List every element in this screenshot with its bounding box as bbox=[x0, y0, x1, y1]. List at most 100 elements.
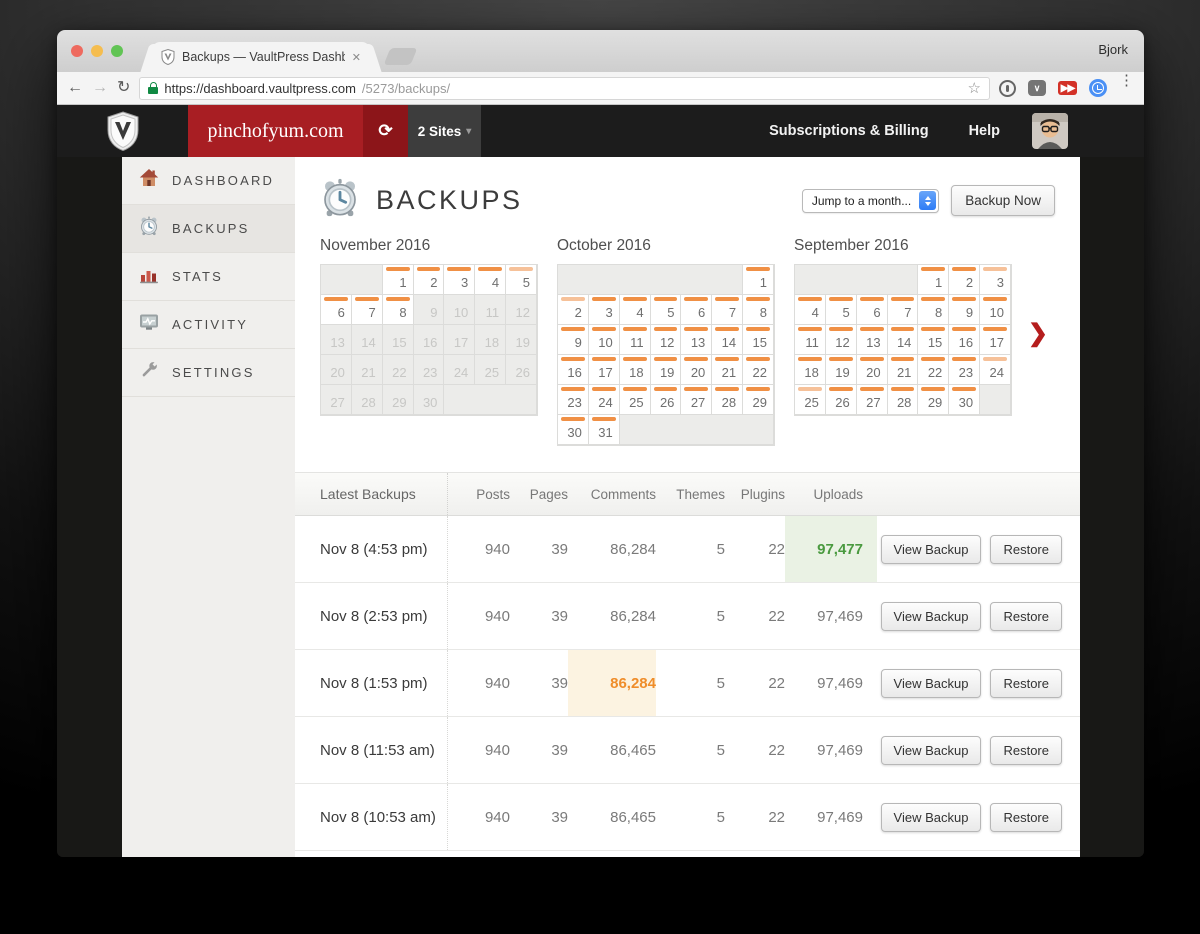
calendar-day-25[interactable]: 25 bbox=[619, 385, 651, 415]
vaultpress-logo[interactable] bbox=[57, 111, 188, 151]
reload-icon[interactable]: ↻ bbox=[117, 80, 130, 96]
calendar-day-12[interactable]: 12 bbox=[825, 325, 857, 355]
minimize-window-button[interactable] bbox=[91, 45, 103, 57]
calendar-day-29[interactable]: 29 bbox=[918, 385, 950, 415]
calendar-day-19[interactable]: 19 bbox=[650, 355, 682, 385]
close-window-button[interactable] bbox=[71, 45, 83, 57]
calendar-day-5[interactable]: 5 bbox=[825, 295, 857, 325]
calendar-day-27[interactable]: 27 bbox=[856, 385, 888, 415]
sidebar-item-settings[interactable]: SETTINGS bbox=[122, 349, 295, 397]
fast-forward-icon[interactable]: ▶▶ bbox=[1058, 81, 1077, 95]
calendar-day-21[interactable]: 21 bbox=[887, 355, 919, 385]
user-avatar[interactable] bbox=[1032, 113, 1068, 149]
calendar-day-6[interactable]: 6 bbox=[321, 295, 352, 325]
calendar-day-17[interactable]: 17 bbox=[980, 325, 1011, 355]
calendar-day-31[interactable]: 31 bbox=[588, 415, 620, 445]
calendar-day-28[interactable]: 28 bbox=[887, 385, 919, 415]
calendar-day-1[interactable]: 1 bbox=[382, 265, 414, 295]
calendar-day-26[interactable]: 26 bbox=[825, 385, 857, 415]
calendar-day-5[interactable]: 5 bbox=[506, 265, 537, 295]
calendar-day-3[interactable]: 3 bbox=[444, 265, 476, 295]
calendar-day-27[interactable]: 27 bbox=[681, 385, 713, 415]
address-bar[interactable]: https://dashboard.vaultpress.com /5273/b… bbox=[139, 76, 990, 100]
calendar-day-1[interactable]: 1 bbox=[918, 265, 950, 295]
calendar-day-25[interactable]: 25 bbox=[795, 385, 826, 415]
calendar-day-7[interactable]: 7 bbox=[712, 295, 744, 325]
help-link[interactable]: Help bbox=[969, 123, 1000, 139]
onepassword-icon[interactable] bbox=[999, 79, 1016, 97]
forward-icon[interactable]: → bbox=[92, 80, 108, 96]
view-backup-button[interactable]: View Backup bbox=[880, 735, 982, 765]
calendar-day-5[interactable]: 5 bbox=[650, 295, 682, 325]
calendar-day-28[interactable]: 28 bbox=[712, 385, 744, 415]
subscriptions-billing-link[interactable]: Subscriptions & Billing bbox=[769, 123, 929, 139]
calendar-day-18[interactable]: 18 bbox=[619, 355, 651, 385]
calendar-day-11[interactable]: 11 bbox=[795, 325, 826, 355]
calendar-day-15[interactable]: 15 bbox=[918, 325, 950, 355]
calendar-day-12[interactable]: 12 bbox=[650, 325, 682, 355]
calendar-day-8[interactable]: 8 bbox=[918, 295, 950, 325]
calendar-next-icon[interactable]: ❯ bbox=[1028, 319, 1048, 348]
calendar-day-20[interactable]: 20 bbox=[856, 355, 888, 385]
view-backup-button[interactable]: View Backup bbox=[880, 534, 982, 564]
backup-now-button[interactable]: Backup Now bbox=[951, 185, 1055, 216]
restore-button[interactable]: Restore bbox=[990, 735, 1062, 765]
calendar-day-7[interactable]: 7 bbox=[351, 295, 383, 325]
current-site-name[interactable]: pinchofyum.com bbox=[188, 105, 363, 157]
restore-button[interactable]: Restore bbox=[990, 668, 1062, 698]
browser-tab[interactable]: Backups — VaultPress Dashbo ✕ bbox=[152, 42, 370, 72]
sidebar-item-activity[interactable]: ACTIVITY bbox=[122, 301, 295, 349]
view-backup-button[interactable]: View Backup bbox=[880, 601, 982, 631]
calendar-day-2[interactable]: 2 bbox=[949, 265, 981, 295]
zoom-window-button[interactable] bbox=[111, 45, 123, 57]
calendar-day-30[interactable]: 30 bbox=[949, 385, 981, 415]
calendar-day-24[interactable]: 24 bbox=[588, 385, 620, 415]
bookmark-star-icon[interactable]: ☆ bbox=[968, 79, 981, 97]
sidebar-item-backups[interactable]: BACKUPS bbox=[122, 205, 295, 253]
calendar-day-13[interactable]: 13 bbox=[681, 325, 713, 355]
calendar-day-3[interactable]: 3 bbox=[980, 265, 1011, 295]
restore-button[interactable]: Restore bbox=[990, 802, 1062, 832]
calendar-day-6[interactable]: 6 bbox=[856, 295, 888, 325]
sidebar-item-stats[interactable]: STATS bbox=[122, 253, 295, 301]
calendar-day-22[interactable]: 22 bbox=[918, 355, 950, 385]
calendar-day-10[interactable]: 10 bbox=[588, 325, 620, 355]
tab-close-icon[interactable]: ✕ bbox=[352, 51, 361, 64]
calendar-day-15[interactable]: 15 bbox=[743, 325, 774, 355]
calendar-day-16[interactable]: 16 bbox=[949, 325, 981, 355]
view-backup-button[interactable]: View Backup bbox=[880, 802, 982, 832]
sync-icon[interactable]: ⟳ bbox=[363, 105, 408, 157]
calendar-day-19[interactable]: 19 bbox=[825, 355, 857, 385]
restore-button[interactable]: Restore bbox=[990, 601, 1062, 631]
sidebar-item-dashboard[interactable]: DASHBOARD bbox=[122, 157, 295, 205]
calendar-day-8[interactable]: 8 bbox=[743, 295, 774, 325]
calendar-day-4[interactable]: 4 bbox=[795, 295, 826, 325]
calendar-day-9[interactable]: 9 bbox=[558, 325, 589, 355]
calendar-day-20[interactable]: 20 bbox=[681, 355, 713, 385]
jump-to-month-select[interactable]: Jump to a month... bbox=[801, 188, 940, 213]
calendar-day-23[interactable]: 23 bbox=[558, 385, 589, 415]
calendar-day-4[interactable]: 4 bbox=[619, 295, 651, 325]
history-clock-icon[interactable] bbox=[1089, 79, 1107, 97]
browser-menu-icon[interactable]: ⋮ bbox=[1119, 73, 1134, 103]
calendar-day-26[interactable]: 26 bbox=[650, 385, 682, 415]
view-backup-button[interactable]: View Backup bbox=[880, 668, 982, 698]
calendar-day-9[interactable]: 9 bbox=[949, 295, 981, 325]
calendar-day-2[interactable]: 2 bbox=[413, 265, 445, 295]
new-tab-button[interactable] bbox=[383, 48, 418, 65]
sites-dropdown[interactable]: 2 Sites ▾ bbox=[408, 105, 481, 157]
calendar-day-17[interactable]: 17 bbox=[588, 355, 620, 385]
calendar-day-13[interactable]: 13 bbox=[856, 325, 888, 355]
calendar-day-10[interactable]: 10 bbox=[980, 295, 1011, 325]
calendar-day-22[interactable]: 22 bbox=[743, 355, 774, 385]
calendar-day-11[interactable]: 11 bbox=[619, 325, 651, 355]
calendar-day-29[interactable]: 29 bbox=[743, 385, 774, 415]
calendar-day-14[interactable]: 14 bbox=[712, 325, 744, 355]
calendar-day-1[interactable]: 1 bbox=[743, 265, 774, 295]
calendar-day-30[interactable]: 30 bbox=[558, 415, 589, 445]
calendar-day-3[interactable]: 3 bbox=[588, 295, 620, 325]
back-icon[interactable]: ← bbox=[67, 80, 83, 96]
calendar-day-14[interactable]: 14 bbox=[887, 325, 919, 355]
calendar-day-21[interactable]: 21 bbox=[712, 355, 744, 385]
calendar-day-7[interactable]: 7 bbox=[887, 295, 919, 325]
